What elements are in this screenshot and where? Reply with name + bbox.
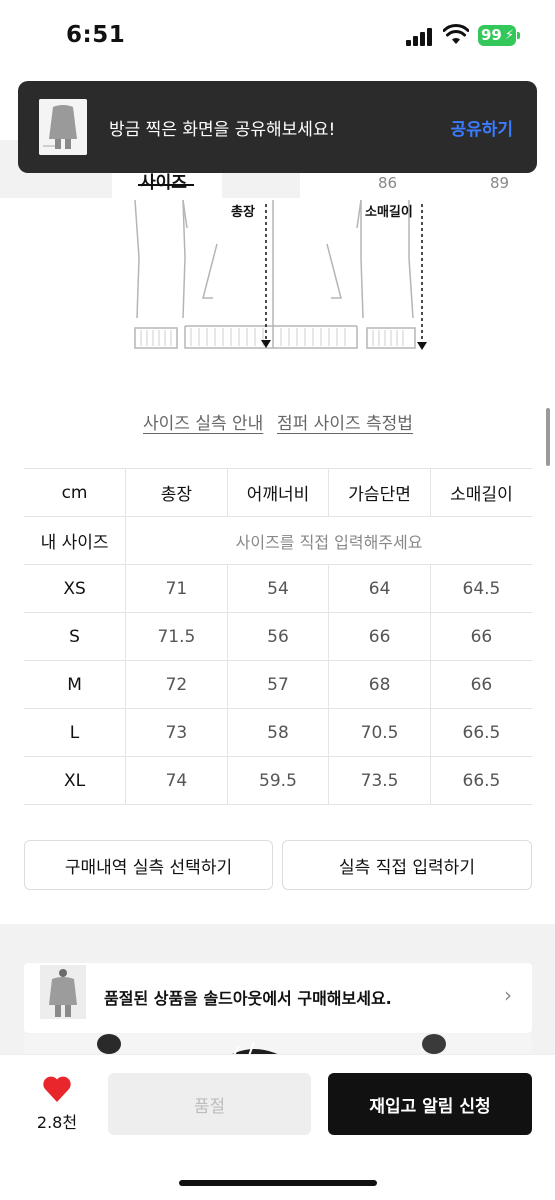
size-label: XS: [24, 564, 127, 613]
my-size-label: 내 사이즈: [24, 516, 127, 565]
cellular-signal-icon: [406, 28, 434, 46]
diagram-label-length: 총장: [231, 205, 255, 220]
size-number: 89: [490, 174, 510, 192]
my-size-row[interactable]: 내 사이즈 사이즈를 직접 입력해주세요: [24, 516, 532, 565]
table-cell: 54: [226, 564, 330, 613]
like-count: 2.8천: [36, 1113, 78, 1132]
table-cell: 74: [125, 756, 228, 805]
diagram-label-sleeve: 소매길이: [365, 205, 413, 220]
table-cell: 71.5: [125, 612, 228, 661]
bottom-purchase-bar: 2.8천 품절 재입고 알림 신청: [0, 1054, 555, 1200]
my-size-input-prompt[interactable]: 사이즈를 직접 입력해주세요: [125, 516, 532, 565]
size-label: XL: [24, 756, 127, 805]
charging-bolt-icon: ⚡: [504, 28, 514, 43]
table-header-cell: 소매길이: [429, 468, 532, 517]
table-cell: 73: [125, 708, 228, 757]
battery-level: 99: [481, 26, 502, 44]
battery-icon: 99 ⚡: [478, 25, 520, 46]
chevron-right-icon: ›: [504, 983, 512, 1007]
table-row: XL 74 59.5 73.5 66.5: [24, 756, 532, 805]
table-row: S 71.5 56 66 66: [24, 612, 532, 661]
screenshot-thumbnail[interactable]: [39, 99, 87, 155]
table-cell: 66: [429, 612, 532, 661]
table-header-cell: 가슴단면: [328, 468, 431, 517]
soldout-section: 품절된 상품을 솔드아웃에서 구매해보세요. ›: [0, 924, 555, 1064]
purchase-history-measure-button[interactable]: 구매내역 실측 선택하기: [24, 840, 273, 890]
table-header-cell: cm: [24, 468, 127, 517]
status-time: 6:51: [66, 22, 126, 48]
table-cell: 64: [328, 564, 431, 613]
table-cell: 71: [125, 564, 228, 613]
size-label: L: [24, 708, 127, 757]
soldout-banner[interactable]: 품절된 상품을 솔드아웃에서 구매해보세요. ›: [24, 963, 532, 1033]
size-label: S: [24, 612, 127, 661]
size-label: M: [24, 660, 127, 709]
scrollbar[interactable]: [546, 408, 550, 466]
table-header-cell: 어깨너비: [226, 468, 330, 517]
table-cell: 57: [226, 660, 330, 709]
table-cell: 72: [125, 660, 228, 709]
table-row: XS 71 54 64 64.5: [24, 564, 532, 613]
table-cell: 56: [226, 612, 330, 661]
table-cell: 66.5: [429, 756, 532, 805]
restock-alert-button[interactable]: 재입고 알림 신청: [328, 1073, 532, 1135]
jacket-measurement-diagram: [134, 199, 427, 350]
size-table: cm 총장 어깨너비 가슴단면 소매길이 내 사이즈 사이즈를 직접 입력해주세…: [24, 468, 532, 805]
table-header-cell: 총장: [125, 468, 228, 517]
table-cell: 59.5: [226, 756, 330, 805]
table-cell: 68: [328, 660, 431, 709]
table-header-row: cm 총장 어깨너비 가슴단면 소매길이: [24, 468, 532, 517]
table-cell: 66: [429, 660, 532, 709]
heart-icon: [43, 1076, 71, 1102]
home-indicator: [179, 1180, 377, 1186]
size-guide-link[interactable]: 사이즈 실측 안내: [143, 409, 263, 434]
table-cell: 64.5: [429, 564, 532, 613]
table-row: L 73 58 70.5 66.5: [24, 708, 532, 757]
product-thumbnail: [40, 965, 86, 1019]
direct-measure-input-button[interactable]: 실측 직접 입력하기: [282, 840, 532, 890]
table-row: M 72 57 68 66: [24, 660, 532, 709]
share-toast: 방금 찍은 화면을 공유해보세요! 공유하기: [18, 81, 537, 173]
table-cell: 70.5: [328, 708, 431, 757]
table-cell: 66.5: [429, 708, 532, 757]
table-cell: 58: [226, 708, 330, 757]
like-button[interactable]: 2.8천: [33, 1075, 81, 1133]
measure-method-link[interactable]: 점퍼 사이즈 측정법: [277, 409, 413, 434]
table-cell: 66: [328, 612, 431, 661]
soldout-banner-text: 품절된 상품을 솔드아웃에서 구매해보세요.: [104, 989, 392, 1008]
wifi-icon: [443, 24, 469, 44]
size-number: 86: [378, 174, 398, 192]
table-cell: 73.5: [328, 756, 431, 805]
tab-active-underline: [138, 184, 194, 186]
share-button[interactable]: 공유하기: [450, 115, 513, 140]
toast-message: 방금 찍은 화면을 공유해보세요!: [109, 120, 336, 140]
sold-out-button: 품절: [108, 1073, 311, 1135]
status-bar: 6:51 99 ⚡: [0, 0, 555, 70]
